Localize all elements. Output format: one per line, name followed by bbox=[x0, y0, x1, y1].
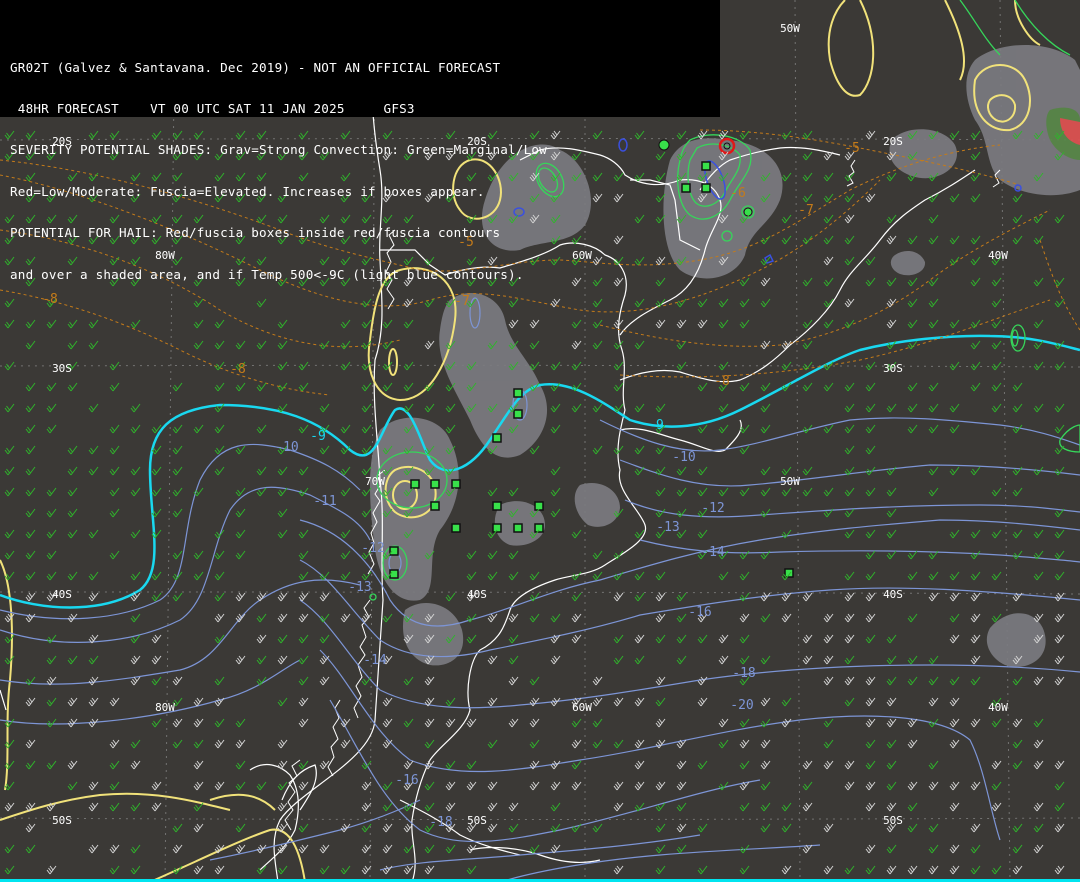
contour-label: -8 bbox=[230, 362, 246, 377]
contour-label: -7 bbox=[454, 294, 470, 309]
contour-label: -18 bbox=[732, 666, 755, 681]
contour-label: -9 bbox=[648, 418, 664, 433]
contour-label: -10 bbox=[672, 450, 695, 465]
lat-label: 30S bbox=[52, 362, 72, 375]
lon-label: 80W bbox=[155, 701, 175, 714]
contour-label: -6 bbox=[730, 186, 746, 201]
lon-label: 40W bbox=[988, 249, 1008, 262]
contour-label: -20 bbox=[730, 698, 753, 713]
contour-label: -14 bbox=[701, 545, 725, 560]
contour-label: -10 bbox=[275, 440, 298, 455]
header-line-title: GR02T (Galvez & Santavana. Dec 2019) - N… bbox=[10, 60, 501, 75]
contour-label: -18 bbox=[429, 815, 452, 830]
contour-label: -9 bbox=[310, 429, 326, 444]
contour-label: -13 bbox=[348, 580, 371, 595]
header-line-severity: SEVERITY POTENTIAL SHADES: Grav=Strong C… bbox=[10, 143, 547, 158]
contour-label: -13 bbox=[656, 520, 679, 535]
header-line-hail-condition: and over a shaded area, and if Temp 500<… bbox=[10, 267, 524, 282]
lat-label: 20S bbox=[883, 135, 903, 148]
contour-label: -7 bbox=[798, 203, 814, 218]
lat-label: 40S bbox=[467, 588, 487, 601]
lat-label: 50S bbox=[52, 814, 72, 827]
contour-label: -16 bbox=[395, 773, 418, 788]
contour-label: -14 bbox=[363, 653, 387, 668]
header-line-colors: Red=Low/Moderate: Fuscia=Elevated. Incre… bbox=[10, 184, 485, 199]
lon-label: 50W bbox=[780, 475, 800, 488]
lon-label: 40W bbox=[988, 701, 1008, 714]
lon-label: 70W bbox=[365, 475, 385, 488]
contour-label: -11 bbox=[313, 494, 336, 509]
lon-label: 50W bbox=[780, 22, 800, 35]
lat-label: 50S bbox=[467, 814, 487, 827]
lon-label: 60W bbox=[572, 701, 592, 714]
header-line-valid-time: 48HR FORECAST VT 00 UTC SAT 11 JAN 2025 … bbox=[10, 101, 415, 116]
forecast-header: GR02T (Galvez & Santavana. Dec 2019) - N… bbox=[0, 0, 720, 281]
lat-label: 50S bbox=[883, 814, 903, 827]
contour-label: -5 bbox=[844, 141, 860, 156]
header-line-hail: POTENTIAL FOR HAIL: Red/fuscia boxes ins… bbox=[10, 226, 501, 240]
contour-label: -16 bbox=[688, 605, 711, 620]
contour-label: -12 bbox=[361, 541, 384, 556]
lat-label: 40S bbox=[52, 588, 72, 601]
lat-label: 30S bbox=[883, 362, 903, 375]
contour-label: -8 bbox=[714, 374, 730, 389]
lat-label: 40S bbox=[883, 588, 903, 601]
contour-label: -12 bbox=[701, 501, 724, 516]
